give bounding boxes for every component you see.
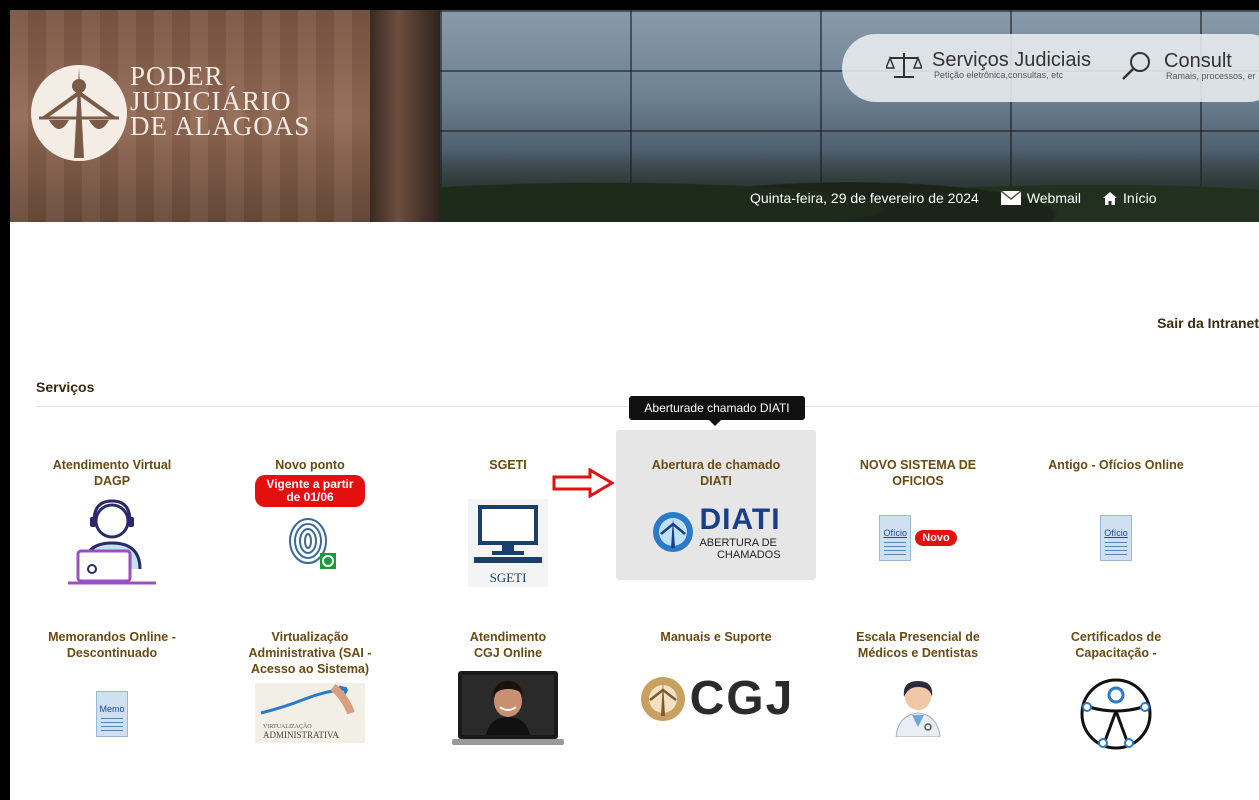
oficio-document-icon: Ofício xyxy=(879,515,912,561)
header-info-bar: Quinta-feira, 29 de fevereiro de 2024 We… xyxy=(750,190,1156,206)
doctor-icon xyxy=(895,681,941,738)
tile-novo-sistema-oficios[interactable]: NOVO SISTEMA DE OFICIOS Ofício Novo xyxy=(820,457,1016,561)
computer-icon xyxy=(474,505,542,563)
tile-atendimento-virtual-dagp[interactable]: Atendimento Virtual DAGP xyxy=(14,457,210,592)
header-banner: PODER JUDICIÁRIO DE ALAGOAS Serviços Jud… xyxy=(10,10,1259,222)
novo-badge: Novo xyxy=(915,530,957,546)
tile-antigo-oficios-online[interactable]: Antigo - Ofícios Online Ofício xyxy=(1018,457,1214,561)
virtualizacao-logo: VIRTUALIZAÇÃO ADMINISTRATIVA xyxy=(255,683,365,743)
tile-escala-presencial[interactable]: Escala Presencial de Médicos e Dentistas xyxy=(820,629,1016,742)
tile-certificados-capacitacao[interactable]: Certificados de Capacitação - xyxy=(1018,629,1214,760)
mail-icon xyxy=(1000,191,1021,205)
tile-abertura-chamado-diati[interactable]: Abertura de chamado DIATI DIATI ABERTURA… xyxy=(616,457,816,561)
tile-virtualizacao-administrativa[interactable]: Virtualização Administrativa (SAI - Aces… xyxy=(212,629,408,743)
cgj-logo: CGJ xyxy=(616,671,816,726)
diati-emblem-icon xyxy=(653,512,694,552)
webmail-link[interactable]: Webmail xyxy=(1000,190,1081,206)
cgj-emblem-icon xyxy=(640,676,685,721)
brand-name: PODER JUDICIÁRIO DE ALAGOAS xyxy=(130,61,311,141)
diati-logo: DIATI ABERTURA DE CHAMADOS xyxy=(616,503,816,561)
accessibility-icon xyxy=(1080,678,1152,750)
vigente-badge: Vigente a partir de 01/06 xyxy=(255,475,365,507)
laptop-attendant-icon xyxy=(452,671,564,745)
tooltip: Aberturade chamado DIATI xyxy=(629,396,805,426)
section-title: Serviços xyxy=(36,379,95,395)
tjal-logo-icon[interactable] xyxy=(24,58,134,168)
scales-icon xyxy=(886,53,922,78)
inicio-link[interactable]: Início xyxy=(1103,190,1156,206)
tile-manuais-e-suporte[interactable]: Manuais e Suporte CGJ xyxy=(616,629,816,726)
current-date: Quinta-feira, 29 de fevereiro de 2024 xyxy=(750,190,979,206)
headset-operator-icon xyxy=(68,499,156,585)
consulta-link[interactable]: Consult Ramais, processos, er xyxy=(1120,50,1256,82)
memo-document-icon: Memo xyxy=(96,691,128,737)
tile-atendimento-cgj-online[interactable]: Atendimento CGJ Online xyxy=(410,629,606,754)
browser-viewport: PODER JUDICIÁRIO DE ALAGOAS Serviços Jud… xyxy=(10,10,1259,800)
home-icon xyxy=(1103,191,1118,205)
tile-memorandos-online[interactable]: Memorandos Online - Descontinuado Memo xyxy=(14,629,210,737)
search-icon xyxy=(1122,52,1150,80)
fingerprint-icon xyxy=(289,518,336,569)
sgeti-logo: SGETI xyxy=(468,499,548,587)
tile-novo-ponto[interactable]: Novo ponto Vigente a partir de 01/06 xyxy=(212,457,408,576)
oficio-document-icon: Ofício xyxy=(1100,515,1132,561)
logout-link[interactable]: Sair da Intranet xyxy=(1157,315,1259,331)
red-arrow-icon xyxy=(552,468,614,498)
growth-arrow-icon xyxy=(260,683,355,715)
servicos-judiciais-link[interactable]: Serviços Judiciais Petição eletrônica,co… xyxy=(886,50,1091,80)
